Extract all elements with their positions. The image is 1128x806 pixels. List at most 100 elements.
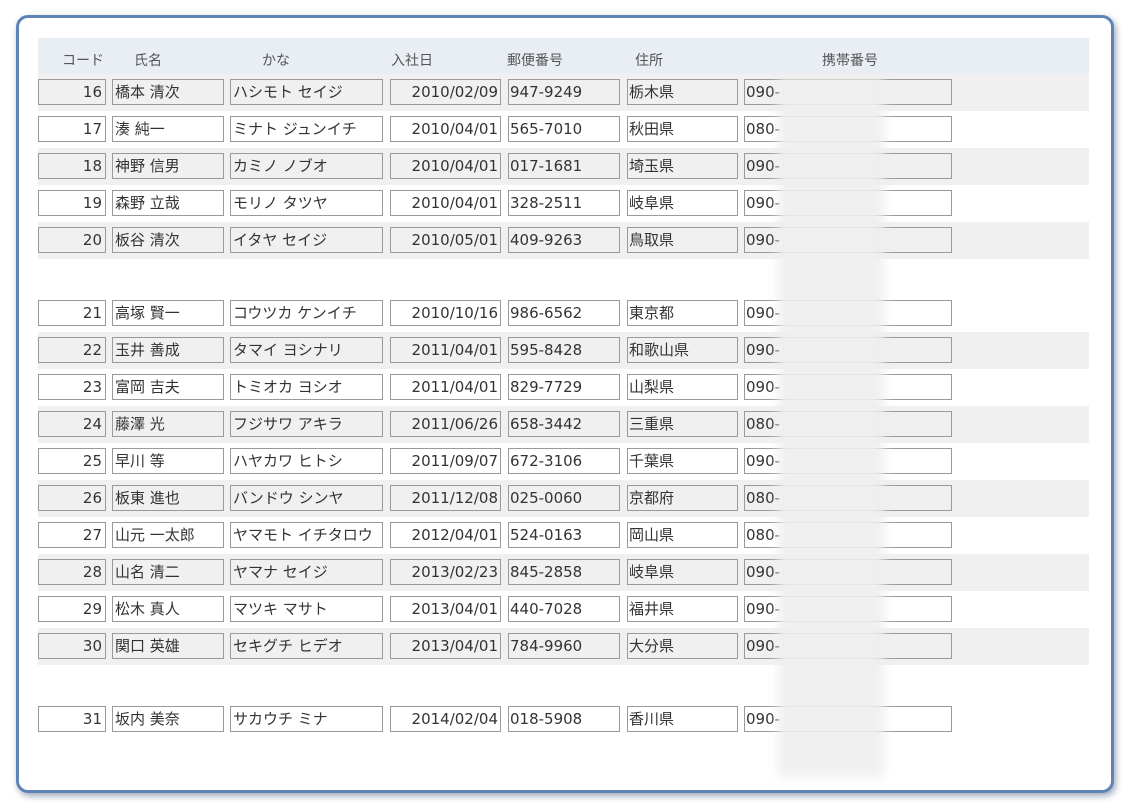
join-date-field[interactable]: 2013/04/01 [390, 596, 501, 622]
address-field[interactable]: 和歌山県 [627, 337, 738, 363]
name-field[interactable]: 坂内 美奈 [112, 706, 224, 732]
address-field[interactable]: 大分県 [627, 633, 738, 659]
kana-field[interactable]: コウツカ ケンイチ [230, 300, 383, 326]
kana-field[interactable]: マツキ マサト [230, 596, 383, 622]
address-field[interactable]: 鳥取県 [627, 227, 738, 253]
name-field[interactable]: 森野 立哉 [112, 190, 224, 216]
kana-field[interactable]: ヤマモト イチタロウ [230, 522, 383, 548]
name-field[interactable]: 松木 真人 [112, 596, 224, 622]
name-field[interactable]: 富岡 吉夫 [112, 374, 224, 400]
name-field[interactable]: 板谷 清次 [112, 227, 224, 253]
address-field[interactable]: 栃木県 [627, 79, 738, 105]
join-date-field[interactable]: 2010/05/01 [390, 227, 501, 253]
name-field[interactable]: 山元 一太郎 [112, 522, 224, 548]
code-field[interactable]: 20 [38, 227, 106, 253]
name-field[interactable]: 湊 純一 [112, 116, 224, 142]
code-field[interactable]: 27 [38, 522, 106, 548]
code-field[interactable]: 29 [38, 596, 106, 622]
kana-field[interactable]: バンドウ シンヤ [230, 485, 383, 511]
join-date-field[interactable]: 2011/06/26 [390, 411, 501, 437]
zip-field[interactable]: 672-3106 [508, 448, 620, 474]
header-mobile: 携帯番号 [822, 53, 878, 69]
zip-field[interactable]: 947-9249 [508, 79, 620, 105]
join-date-field[interactable]: 2011/04/01 [390, 337, 501, 363]
code-field[interactable]: 17 [38, 116, 106, 142]
code-field[interactable]: 30 [38, 633, 106, 659]
table-row: 22 玉井 善成 タマイ ヨシナリ 2011/04/01 595-8428 和歌山県 090… [38, 332, 1089, 369]
zip-field[interactable]: 328-2511 [508, 190, 620, 216]
join-date-field[interactable]: 2011/04/01 [390, 374, 501, 400]
zip-field[interactable]: 440-7028 [508, 596, 620, 622]
kana-field[interactable]: カミノ ノブオ [230, 153, 383, 179]
kana-field[interactable]: トミオカ ヨシオ [230, 374, 383, 400]
zip-field[interactable]: 986-6562 [508, 300, 620, 326]
join-date-field[interactable]: 2013/02/23 [390, 559, 501, 585]
zip-field[interactable]: 025-0060 [508, 485, 620, 511]
code-field[interactable]: 28 [38, 559, 106, 585]
address-field[interactable]: 福井県 [627, 596, 738, 622]
address-field[interactable]: 山梨県 [627, 374, 738, 400]
name-field[interactable]: 玉井 善成 [112, 337, 224, 363]
join-date-field[interactable]: 2014/02/04 [390, 706, 501, 732]
zip-field[interactable]: 845-2858 [508, 559, 620, 585]
join-date-field[interactable]: 2011/12/08 [390, 485, 501, 511]
zip-field[interactable]: 017-1681 [508, 153, 620, 179]
join-date-field[interactable]: 2010/10/16 [390, 300, 501, 326]
name-field[interactable]: 関口 英雄 [112, 633, 224, 659]
address-field[interactable]: 埼玉県 [627, 153, 738, 179]
zip-field[interactable]: 595-8428 [508, 337, 620, 363]
code-field[interactable]: 16 [38, 79, 106, 105]
join-date-field[interactable]: 2010/04/01 [390, 116, 501, 142]
name-field[interactable]: 高塚 賢一 [112, 300, 224, 326]
kana-field[interactable]: ミナト ジュンイチ [230, 116, 383, 142]
code-field[interactable]: 25 [38, 448, 106, 474]
code-field[interactable]: 21 [38, 300, 106, 326]
name-field[interactable]: 神野 信男 [112, 153, 224, 179]
code-field[interactable]: 18 [38, 153, 106, 179]
address-field[interactable]: 京都府 [627, 485, 738, 511]
kana-field[interactable]: ハシモト セイジ [230, 79, 383, 105]
code-field[interactable]: 31 [38, 706, 106, 732]
address-field[interactable]: 香川県 [627, 706, 738, 732]
address-field[interactable]: 千葉県 [627, 448, 738, 474]
zip-field[interactable]: 829-7729 [508, 374, 620, 400]
name-field[interactable]: 板東 進也 [112, 485, 224, 511]
zip-field[interactable]: 524-0163 [508, 522, 620, 548]
kana-field[interactable]: ハヤカワ ヒトシ [230, 448, 383, 474]
join-date-field[interactable]: 2010/04/01 [390, 190, 501, 216]
name-field[interactable]: 橋本 清次 [112, 79, 224, 105]
join-date-field[interactable]: 2010/02/09 [390, 79, 501, 105]
zip-field[interactable]: 409-9263 [508, 227, 620, 253]
name-field[interactable]: 藤澤 光 [112, 411, 224, 437]
join-date-field[interactable]: 2013/04/01 [390, 633, 501, 659]
address-field[interactable]: 秋田県 [627, 116, 738, 142]
column-header-bar [38, 38, 1089, 74]
join-date-field[interactable]: 2010/04/01 [390, 153, 501, 179]
address-field[interactable]: 三重県 [627, 411, 738, 437]
address-field[interactable]: 岐阜県 [627, 190, 738, 216]
code-field[interactable]: 22 [38, 337, 106, 363]
code-field[interactable]: 26 [38, 485, 106, 511]
address-field[interactable]: 岡山県 [627, 522, 738, 548]
kana-field[interactable]: タマイ ヨシナリ [230, 337, 383, 363]
kana-field[interactable]: サカウチ ミナ [230, 706, 383, 732]
kana-field[interactable]: モリノ タツヤ [230, 190, 383, 216]
name-field[interactable]: 山名 清二 [112, 559, 224, 585]
kana-field[interactable]: セキグチ ヒデオ [230, 633, 383, 659]
address-field[interactable]: 東京都 [627, 300, 738, 326]
address-field[interactable]: 岐阜県 [627, 559, 738, 585]
code-field[interactable]: 24 [38, 411, 106, 437]
table-row: 24 藤澤 光フジサワ アキラ 2011/06/26 658-3442 三重県 080- [38, 406, 1089, 443]
kana-field[interactable]: ヤマナ セイジ [230, 559, 383, 585]
join-date-field[interactable]: 2012/04/01 [390, 522, 501, 548]
code-field[interactable]: 19 [38, 190, 106, 216]
zip-field[interactable]: 018-5908 [508, 706, 620, 732]
zip-field[interactable]: 658-3442 [508, 411, 620, 437]
join-date-field[interactable]: 2011/09/07 [390, 448, 501, 474]
kana-field[interactable]: フジサワ アキラ [230, 411, 383, 437]
name-field[interactable]: 早川 等 [112, 448, 224, 474]
zip-field[interactable]: 784-9960 [508, 633, 620, 659]
kana-field[interactable]: イタヤ セイジ [230, 227, 383, 253]
code-field[interactable]: 23 [38, 374, 106, 400]
zip-field[interactable]: 565-7010 [508, 116, 620, 142]
